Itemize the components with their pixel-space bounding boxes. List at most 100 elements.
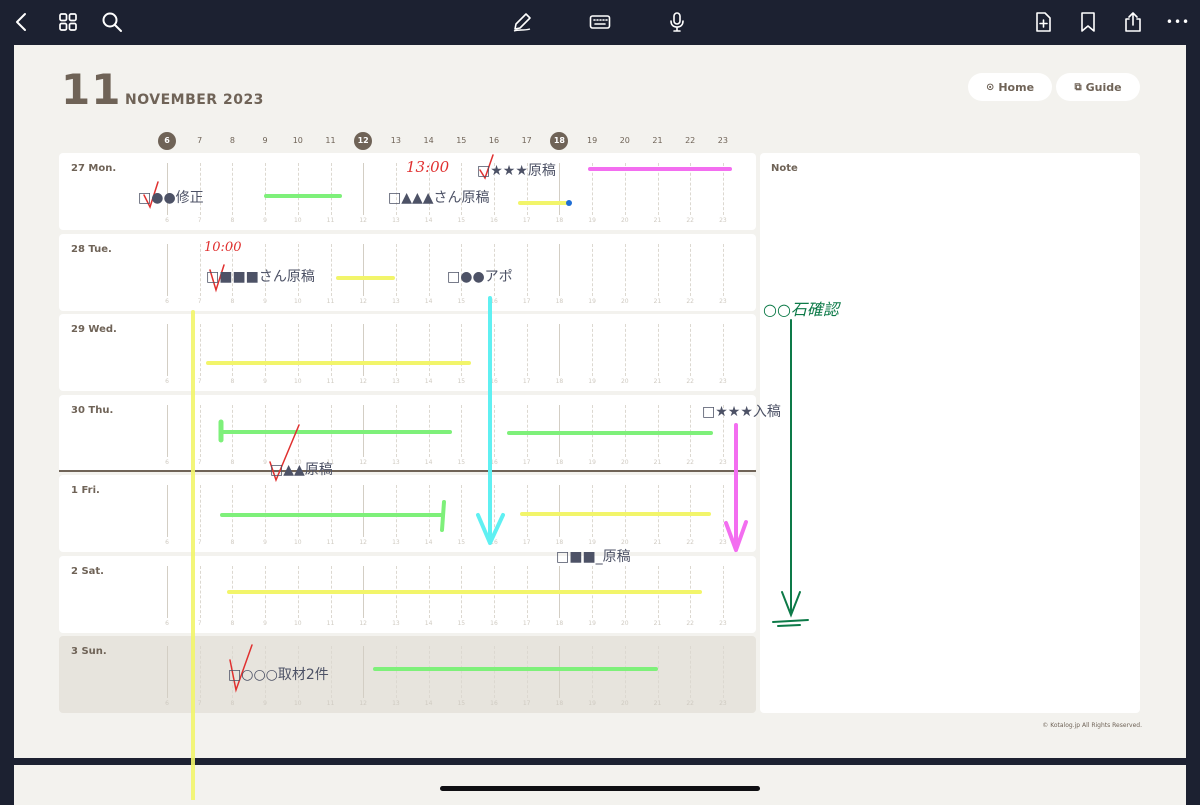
home-indicator[interactable] [440,786,760,791]
hour-gridline [395,404,397,457]
day-label: 27 Mon. [71,163,117,174]
guide-icon: ⧉ [1074,81,1082,93]
task-tue-1: □■■■さん原稿 [206,269,315,285]
hour-gridline [722,243,724,296]
hour-gridline [265,565,267,618]
hour-gridline [592,243,594,296]
day-row[interactable]: 3 Sun. 6 7 8 9 10 11 12 13 14 15 16 17 18 19 20 21 22 23 [59,636,756,713]
day-row[interactable]: 30 Thu. 6 7 8 9 10 11 12 13 14 15 16 17 18 19 20 21 22 23 [59,394,756,472]
hour-label: 23 [717,136,728,145]
hour-gridline [526,404,528,457]
hour-gridline [297,565,299,618]
hour-gridline [167,243,168,296]
row-hour-label: 15 [457,700,466,707]
row-hour-label: 9 [263,217,267,224]
row-hour-label: 23 [719,297,727,305]
hour-gridline [461,485,463,537]
row-hour-label: 6 [165,217,169,224]
hour-label: 9 [262,136,268,145]
month-number: 11 [61,65,122,114]
note-panel[interactable]: Note [760,153,1140,713]
back-icon[interactable] [6,6,38,38]
guide-label: Guide [1085,80,1122,94]
row-hour-label: 14 [424,539,433,546]
row-hour-label: 6 [165,458,169,466]
row-hour-label: 7 [197,619,202,627]
pen-icon[interactable] [506,6,538,38]
row-hour-label: 8 [230,539,235,546]
planner-page: 11 NOVEMBER 2023 ⊙ Home ⧉ Guide 6 7 8 9 10 11… [14,45,1186,758]
hour-gridline [330,404,332,457]
row-hour-label: 12 [359,458,367,466]
day-label: 1 Fri. [71,485,100,496]
hour-gridline [330,163,332,215]
row-hour-label: 9 [263,619,267,627]
guide-button[interactable]: ⧉ Guide [1056,73,1140,101]
row-hour-label: 7 [197,217,202,224]
row-hour-label: 7 [197,297,202,305]
row-hour-label: 6 [165,297,169,305]
note-handwriting: ○○石確認 [763,300,839,319]
row-hour-label: 23 [719,700,727,707]
keyboard-icon[interactable] [584,6,616,38]
hour-label: 8 [229,136,235,145]
day-row[interactable]: 2 Sat. 6 7 8 9 10 11 12 13 14 15 16 17 18 19 20 21 22 23 [59,555,756,633]
hour-gridline [395,324,397,376]
hour-gridline [428,404,430,457]
search-icon[interactable] [96,6,128,38]
row-hour-label: 22 [686,378,694,385]
hour-gridline [592,485,594,537]
microphone-icon[interactable] [661,6,693,38]
hour-gridline [232,404,234,457]
grid-icon[interactable] [52,6,84,38]
hour-label: 11 [325,136,336,145]
row-hour-label: 6 [165,619,169,627]
row-hour-label: 13 [392,378,400,385]
row-hour-label: 7 [197,700,202,707]
more-icon[interactable]: ••• [1162,6,1194,38]
hour-label: 15 [456,136,467,145]
add-page-icon[interactable] [1027,6,1059,38]
row-hour-label: 8 [230,700,235,707]
hour-label: 13 [390,136,401,145]
row-hour-label: 17 [522,217,531,224]
hour-gridline [363,404,365,457]
hour-gridline [330,485,332,537]
hour-gridline [657,565,659,618]
day-label: 30 Thu. [71,404,114,416]
top-toolbar: ••• [0,0,1200,45]
row-hour-label: 22 [686,539,694,546]
day-row[interactable]: 1 Fri. 6 7 8 9 10 11 12 13 14 15 16 17 18 19 20 21 22 23 [59,475,756,552]
row-hour-label: 6 [165,700,169,707]
hour-gridline [363,243,365,296]
row-hour-label: 8 [230,458,235,466]
hour-gridline [624,565,626,618]
hour-gridline [167,485,168,537]
row-hour-label: 22 [686,619,694,627]
bookmark-icon[interactable] [1072,6,1104,38]
row-hour-label: 8 [230,297,235,305]
hour-gridline [690,646,692,698]
row-hour-label: 6 [165,539,169,546]
hour-gridline [297,485,299,537]
row-hour-label: 16 [490,297,498,305]
hour-gridline [363,324,365,376]
row-hour-label: 23 [719,619,727,627]
hour-gridline [690,243,692,296]
home-button[interactable]: ⊙ Home [968,73,1052,101]
hour-gridline [559,565,561,618]
hour-gridline [657,485,659,537]
row-hour-label: 17 [522,619,531,627]
day-row[interactable]: 28 Tue. 6 7 8 9 10 11 12 13 14 15 16 17 18 19 20 21 22 23 [59,233,756,311]
row-hour-label: 19 [588,297,596,305]
share-icon[interactable] [1117,6,1149,38]
hour-gridline [265,324,267,376]
row-hour-label: 17 [522,458,531,466]
row-hour-label: 21 [653,378,662,385]
hour-gridline [494,565,495,618]
hour-gridline [297,404,299,457]
hour-gridline [722,485,724,537]
row-hour-label: 8 [230,378,235,385]
day-row[interactable]: 29 Wed. 6 7 8 9 10 11 12 13 14 15 16 17 18 19 20 21 22 23 [59,314,756,391]
hour-gridline [559,404,561,457]
